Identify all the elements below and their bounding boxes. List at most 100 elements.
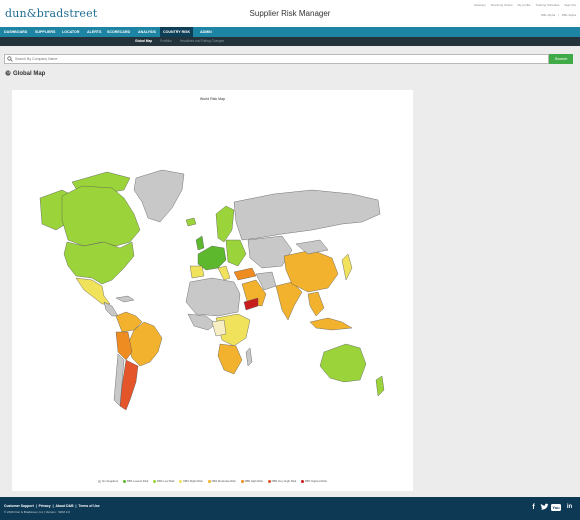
region-mongolia [295, 239, 329, 255]
footer-links: Customer Support | Privacy | About D&B |… [4, 504, 101, 508]
legend-dot [179, 479, 183, 483]
footer: Customer Support | Privacy | About D&B |… [0, 497, 580, 520]
legend-dot [122, 479, 126, 483]
copyright-text: © 2016 Dun & Bradstreet, Inc [4, 510, 44, 514]
facebook-icon[interactable]: f [529, 503, 538, 512]
footer-separator: | [75, 504, 77, 508]
subnav-global-map[interactable]: Global Map [135, 37, 152, 46]
version-text: Version : SRM 2.0 [45, 510, 70, 514]
nav-alerts[interactable]: ALERTS [84, 27, 104, 37]
legend-dot [207, 479, 211, 483]
legend-item[interactable]: DB4 Moderate Risk [207, 479, 236, 483]
legend-dot [153, 479, 157, 483]
app-title: Supplier Risk Manager [249, 9, 331, 18]
region-japan [341, 253, 353, 281]
region-southern-africa [217, 343, 243, 375]
legend-item[interactable]: DB5 High Risk [240, 479, 263, 483]
region-yemen [243, 297, 259, 311]
region-new-zealand [375, 375, 385, 397]
map-legend: No Suppliers DB1 Lowest Risk DB2 Low Ris… [12, 479, 413, 483]
legend-dot [300, 479, 304, 483]
legend-dot [267, 479, 271, 483]
region-madagascar [245, 347, 253, 367]
legend-dot [240, 479, 244, 483]
region-uk [195, 235, 205, 251]
page-heading: Global Map [5, 70, 45, 77]
region-greenland [133, 169, 185, 223]
utility-link-scanning[interactable]: Scanning Online [491, 3, 513, 7]
region-north-africa [185, 277, 241, 317]
legend-label: DB4 Moderate Risk [211, 479, 236, 483]
region-india [275, 281, 303, 321]
top-header: dun&bradstreet Supplier Risk Manager Glo… [0, 0, 580, 27]
main-nav: DASHBOARD SUPPLIERS LOCATOR ALERTS SCORE… [0, 27, 580, 37]
utility-link-profile[interactable]: My profile [518, 3, 531, 7]
region-caribbean [115, 295, 135, 303]
footer-link-support[interactable]: Customer Support [4, 504, 34, 508]
footer-link-privacy[interactable]: Privacy [39, 504, 51, 508]
legend-item[interactable]: DB2 Low Risk [153, 479, 175, 483]
nav-country-risk[interactable]: COUNTRY RISK [160, 27, 194, 37]
legend-label: DB5 High Risk [244, 479, 263, 483]
legend-label: DB7 Highest Risk [304, 479, 327, 483]
region-canada [61, 185, 141, 247]
footer-copyright: © 2016 Dun & Bradstreet, Inc | Version :… [4, 510, 70, 514]
user-link[interactable]: DBL Alpha [541, 13, 555, 17]
legend-label: No Suppliers [102, 479, 119, 483]
legend-label: DB3 Slight Risk [183, 479, 203, 483]
nav-admin[interactable]: ADMIN [197, 27, 215, 37]
subnav-portfolio[interactable]: Portfolio [160, 37, 172, 46]
utility-links: Glossary Scanning Online My profile Trai… [470, 3, 576, 7]
user-separator: | [558, 13, 559, 17]
user-links: DBL Alpha | DBL Alpha [538, 13, 576, 17]
legend-item[interactable]: DB6 Very High Risk [267, 479, 297, 483]
footer-link-about[interactable]: About D&B [55, 504, 73, 508]
region-central-america [103, 301, 119, 317]
nav-dashboard[interactable]: DASHBOARD [1, 27, 30, 37]
legend-dot [98, 479, 102, 483]
region-italy [217, 265, 231, 281]
search-icon [7, 56, 13, 62]
region-indonesia [309, 317, 353, 331]
search-box [4, 54, 549, 64]
utility-link-signout[interactable]: Sign Out [564, 3, 576, 7]
region-southeast-asia [307, 291, 325, 317]
region-iceland [185, 217, 197, 227]
utility-link-glossary[interactable]: Glossary [474, 3, 486, 7]
nav-analysis[interactable]: ANALYSIS [135, 27, 159, 37]
legend-item[interactable]: No Suppliers [98, 479, 118, 483]
legend-item[interactable]: DB1 Lowest Risk [122, 479, 149, 483]
region-australia [319, 343, 367, 383]
region-usa [63, 241, 135, 285]
youtube-icon[interactable]: You [551, 504, 561, 511]
linkedin-icon[interactable]: in [565, 503, 574, 512]
nav-locator[interactable]: LOCATOR [59, 27, 82, 37]
search-button[interactable]: Search [549, 54, 573, 64]
region-central-africa [211, 319, 227, 337]
utility-link-training[interactable]: Training Schedule [535, 3, 559, 7]
map-panel: World Risk Map No Suppliers DB1 Lowest R… [12, 90, 413, 491]
subnav-headlines[interactable]: Headlines and Rating Changes [180, 37, 224, 46]
legend-label: DB6 Very High Risk [271, 479, 297, 483]
region-russia [233, 189, 381, 241]
page-title: Global Map [13, 71, 46, 77]
sub-nav: Global Map Portfolio Headlines and Ratin… [0, 37, 580, 46]
search-input[interactable] [15, 55, 540, 63]
region-eastern-europe [225, 239, 247, 267]
footer-link-terms[interactable]: Terms of Use [78, 504, 99, 508]
twitter-icon[interactable] [540, 503, 549, 512]
nav-suppliers[interactable]: SUPPLIERS [32, 27, 58, 37]
footer-separator: | [35, 504, 37, 508]
globe-icon [5, 70, 11, 76]
region-spain [189, 265, 205, 279]
footer-separator: | [52, 504, 54, 508]
nav-scorecard[interactable]: SCORECARD [104, 27, 133, 37]
legend-item[interactable]: DB7 Highest Risk [300, 479, 327, 483]
region-scandinavia [215, 205, 235, 243]
legend-label: DB1 Lowest Risk [126, 479, 149, 483]
legend-item[interactable]: DB3 Slight Risk [179, 479, 203, 483]
region-turkey [233, 267, 257, 281]
user-link[interactable]: DBL Alpha [562, 13, 576, 17]
world-risk-map[interactable] [12, 90, 413, 491]
legend-label: DB2 Low Risk [157, 479, 175, 483]
